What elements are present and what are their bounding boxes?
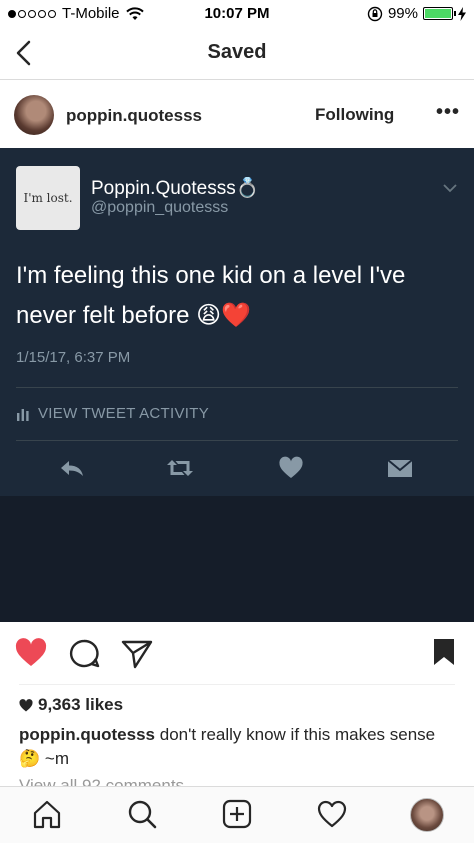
status-right: 99% (367, 5, 466, 22)
bar-chart-icon (17, 408, 29, 421)
like-heart-icon[interactable] (14, 638, 48, 668)
tweet-display-name: Poppin.Quotesss💍 (91, 178, 260, 199)
retweet-icon (167, 460, 193, 476)
actions-divider (19, 684, 455, 685)
tweet-handle: @poppin_quotesss (91, 199, 229, 216)
reply-icon (61, 461, 83, 476)
more-options-button[interactable]: ••• (436, 101, 460, 124)
tweet-text: I'm feeling this one kid on a level I've… (16, 262, 406, 329)
nav-bar: Saved (0, 28, 474, 80)
caption-username[interactable]: poppin.quotesss (19, 725, 155, 744)
tab-bar (0, 786, 474, 843)
home-icon[interactable] (32, 799, 62, 829)
battery-icon (423, 7, 456, 20)
heart-icon (279, 456, 303, 478)
activity-heart-icon[interactable] (317, 799, 347, 829)
likes-label: 9,363 likes (38, 695, 124, 714)
charging-bolt-icon (458, 6, 466, 21)
profile-avatar-tab[interactable] (410, 798, 444, 832)
direct-message-icon (387, 459, 413, 477)
tweet-date: 1/15/17, 6:37 PM (16, 349, 131, 366)
tweet-avatar: I'm lost. (16, 166, 80, 230)
page-title: Saved (207, 41, 267, 63)
status-bar: T-Mobile 10:07 PM 99% (0, 0, 474, 28)
tweet-divider (16, 440, 458, 441)
tweet-activity-label: VIEW TWEET ACTIVITY (38, 405, 210, 422)
comment-icon[interactable] (68, 638, 100, 670)
small-heart-icon (19, 698, 33, 711)
following-button[interactable]: Following (315, 105, 394, 125)
post-username[interactable]: poppin.quotesss (66, 106, 202, 126)
likes-count[interactable]: 9,363 likes (19, 695, 123, 715)
avatar[interactable] (14, 95, 54, 135)
post-actions (0, 622, 474, 684)
share-icon[interactable] (120, 638, 154, 670)
tweet-activity: VIEW TWEET ACTIVITY (16, 405, 209, 422)
view-comments-link[interactable]: View all 92 comments (19, 776, 184, 786)
bookmark-icon[interactable] (432, 637, 456, 667)
rotation-lock-icon (367, 6, 383, 21)
new-post-icon[interactable] (222, 799, 252, 829)
post-caption: poppin.quotesss don't really know if thi… (19, 723, 459, 771)
post-image[interactable]: I'm lost. Poppin.Quotesss💍 @poppin_quote… (0, 148, 474, 622)
tweet-divider (16, 387, 458, 388)
tweet-card: I'm lost. Poppin.Quotesss💍 @poppin_quote… (0, 148, 474, 496)
post-header: poppin.quotesss Following ••• (0, 81, 474, 147)
chevron-down-icon (443, 184, 457, 193)
battery-percent: 99% (387, 5, 418, 22)
search-icon[interactable] (127, 799, 157, 829)
